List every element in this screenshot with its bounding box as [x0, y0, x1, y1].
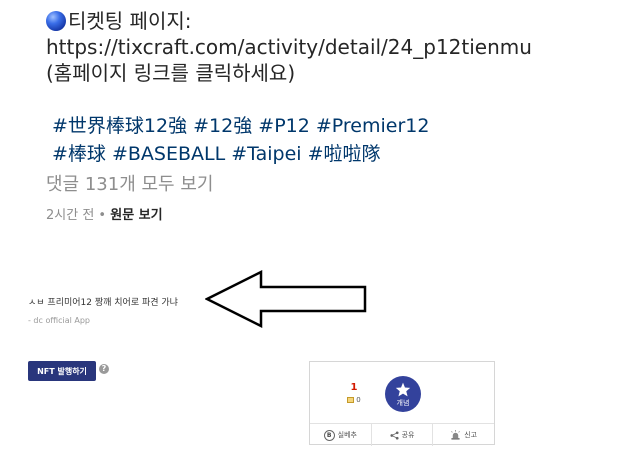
post-embed: 티켓팅 페이지: https://tixcraft.com/activity/d…: [46, 8, 626, 223]
help-icon[interactable]: ?: [99, 364, 109, 374]
blue-ball-icon: [46, 11, 66, 31]
fix-icon: [347, 397, 355, 403]
silbechu-button[interactable]: B 실베추: [310, 424, 372, 446]
ticket-url[interactable]: https://tixcraft.com/activity/detail/24_…: [46, 34, 626, 60]
concept-star-button[interactable]: 개념: [385, 376, 421, 412]
report-label: 신고: [464, 431, 478, 439]
hashtags-line-1[interactable]: #世界棒球12強 #12強 #P12 #Premier12: [46, 112, 626, 140]
meta-separator: •: [94, 208, 111, 223]
ticket-label: 티켓팅 페이지:: [68, 9, 192, 33]
siren-icon: [451, 430, 461, 440]
view-all-comments-link[interactable]: 댓글 131개 모두 보기: [46, 172, 626, 198]
nft-mint-button[interactable]: NFT 발행하기: [28, 361, 96, 381]
view-original-link[interactable]: 원문 보기: [110, 208, 162, 223]
post-meta: 2시간 전 • 원문 보기: [46, 204, 626, 223]
time-ago: 2시간 전: [46, 208, 95, 223]
ticket-line: 티켓팅 페이지:: [46, 8, 626, 34]
upvote-counter: 1 0: [341, 382, 367, 404]
star-icon: [395, 382, 411, 396]
share-button[interactable]: 공유: [372, 424, 434, 446]
upvote-count: 1: [350, 382, 358, 393]
app-signature: - dc official App: [28, 316, 90, 325]
share-label: 공유: [401, 431, 415, 439]
share-icon: [390, 430, 399, 440]
silbechu-label: 실베추: [337, 431, 357, 439]
recommend-box: 1 0 개념 B 실베추 공유 신고: [309, 361, 495, 446]
post-caption: ㅅㅂ 프리미어12 짱깨 치어로 파견 가냐: [28, 298, 178, 308]
b-circle-icon: B: [323, 429, 335, 441]
report-button[interactable]: 신고: [433, 424, 494, 446]
left-arrow-icon: [205, 270, 367, 328]
fix-count: 0: [356, 396, 361, 404]
link-note: (홈페이지 링크를 클릭하세요): [46, 61, 296, 85]
hashtags-line-2[interactable]: #棒球 #BASEBALL #Taipei #啦啦隊: [46, 140, 626, 168]
star-label: 개념: [396, 398, 410, 407]
